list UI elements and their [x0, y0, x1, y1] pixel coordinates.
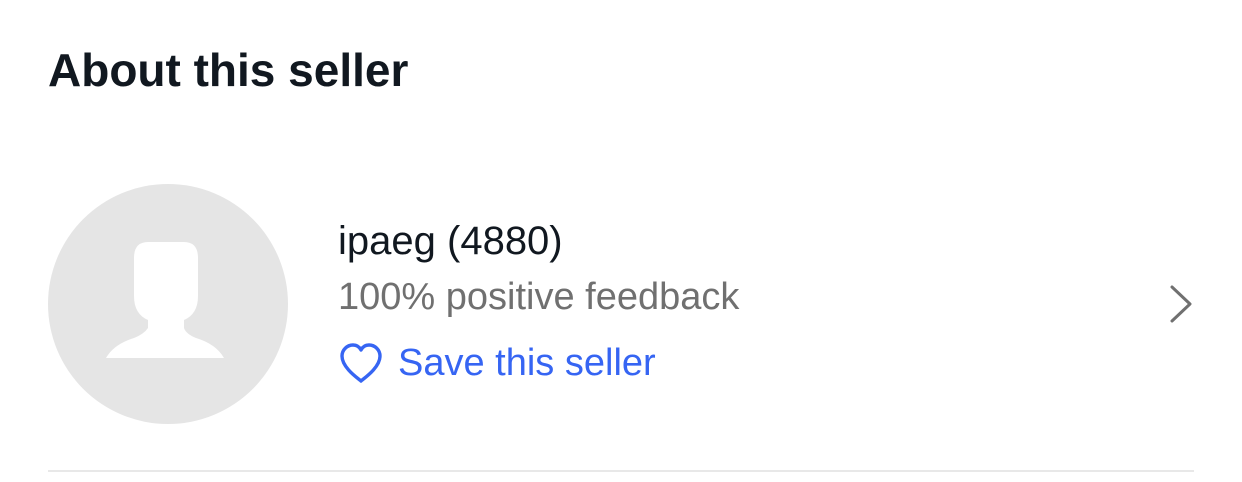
- heart-outline-icon: [340, 343, 382, 383]
- save-seller-label: Save this seller: [398, 342, 656, 384]
- seller-info: ipaeg (4880) 100% positive feedback Save…: [338, 214, 739, 388]
- section-title: About this seller: [48, 44, 409, 96]
- divider: [48, 470, 1194, 472]
- seller-avatar[interactable]: [48, 184, 288, 424]
- chevron-right-icon[interactable]: [1168, 284, 1194, 324]
- seller-name[interactable]: ipaeg: [338, 219, 436, 263]
- seller-row[interactable]: ipaeg (4880) 100% positive feedback Save…: [48, 184, 1194, 424]
- save-seller-button[interactable]: Save this seller: [338, 338, 739, 388]
- seller-name-line: ipaeg (4880): [338, 214, 739, 268]
- default-user-silhouette-icon: [106, 242, 224, 358]
- positive-feedback: 100% positive feedback: [338, 276, 740, 318]
- feedback-score: (4880): [447, 219, 563, 263]
